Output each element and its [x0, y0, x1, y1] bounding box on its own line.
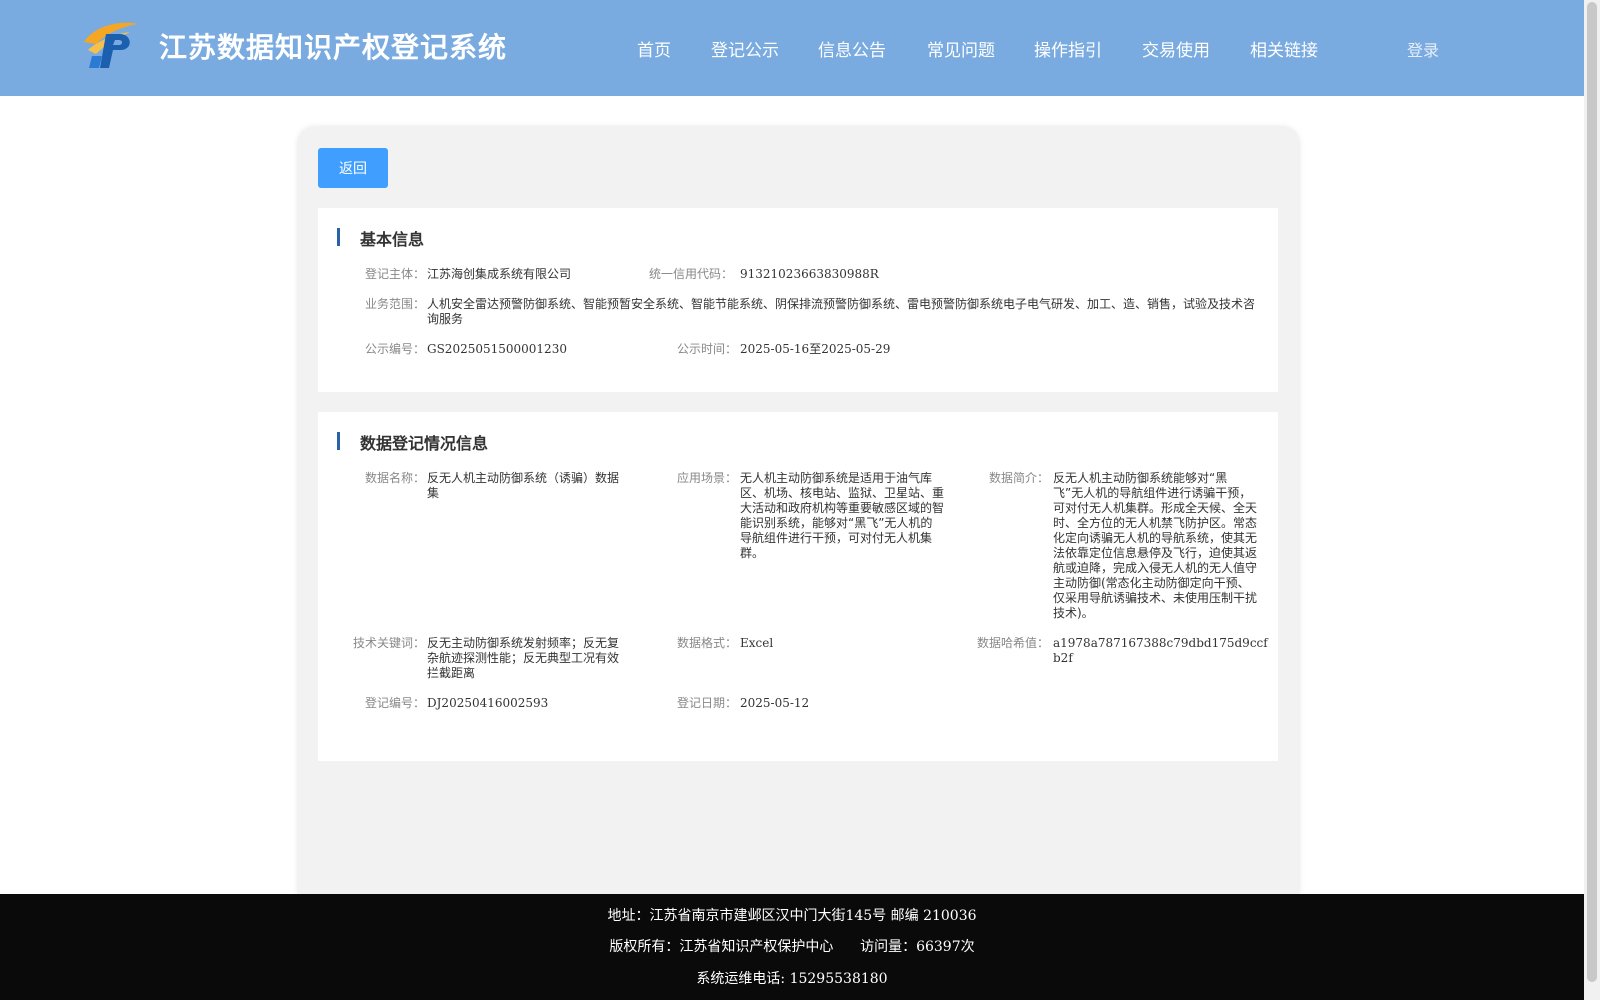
notice-time-label: 公示时间： [676, 342, 737, 356]
main-nav: 首页 登记公示 信息公告 常见问题 操作指引 交易使用 相关链接 [0, 36, 1584, 61]
credit-code-value: 91321023663830988R [740, 267, 879, 281]
footer-visits: 访问量：66397次 [860, 939, 975, 955]
scope-label: 业务范围： [364, 297, 425, 311]
notice-time-value: 2025-05-16至2025-05-29 [740, 342, 891, 356]
format-label: 数据格式： [676, 636, 737, 650]
basic-info-panel: 基本信息 登记主体： 江苏海创集成系统有限公司 统一信用代码： 91321023… [318, 208, 1278, 392]
scene-value: 无人机主动防御系统是适用于油气库区、机场、核电站、监狱、卫星站、重大活动和政府机… [740, 471, 945, 560]
credit-code-label: 统一信用代码： [648, 267, 733, 281]
section-title-registration-info: 数据登记情况信息 [360, 434, 489, 453]
nav-item-announcements[interactable]: 信息公告 [818, 36, 886, 61]
section-marker [337, 432, 340, 450]
section-title-basic-info: 基本信息 [360, 230, 425, 249]
login-link[interactable]: 登录 [1407, 37, 1439, 61]
reg-no-value: DJ20250416002593 [427, 696, 549, 710]
registration-info-panel: 数据登记情况信息 数据名称： 反无人机主动防御系统（诱骗）数据集 应用场景： 无… [318, 412, 1278, 761]
reg-date-value: 2025-05-12 [740, 696, 810, 710]
nav-item-registration-notice[interactable]: 登记公示 [711, 36, 779, 61]
keywords-label: 技术关键词： [352, 636, 425, 650]
data-name-label: 数据名称： [364, 471, 425, 485]
footer-copyright-row: 版权所有：江苏省知识产权保护中心 访问量：66397次 [0, 936, 1584, 956]
footer-address: 地址：江苏省南京市建邺区汉中门大街145号 邮编 210036 [607, 908, 977, 924]
hash-value: a1978a787167388c79dbd175d9ccfb2f [1053, 636, 1268, 665]
page-scrollbar-thumb[interactable] [1587, 2, 1597, 982]
intro-label: 数据简介： [988, 471, 1049, 485]
notice-no-value: GS2025051500001230 [427, 342, 567, 356]
nav-item-related-links[interactable]: 相关链接 [1250, 36, 1318, 61]
keywords-value: 反无主动防御系统发射频率；反无复杂航迹探测性能；反无典型工况有效拦截距离 [427, 636, 620, 680]
nav-item-faq[interactable]: 常见问题 [927, 36, 995, 61]
nav-item-trade-usage[interactable]: 交易使用 [1142, 36, 1210, 61]
reg-no-label: 登记编号： [364, 696, 425, 710]
notice-no-label: 公示编号： [364, 342, 425, 356]
hash-label: 数据哈希值： [976, 636, 1049, 650]
scope-value: 人机安全雷达预警防御系统、智能预暂安全系统、智能节能系统、阴保排流预警防御系统、… [427, 297, 1256, 326]
nav-item-home[interactable]: 首页 [637, 36, 671, 61]
scene-label: 应用场景： [676, 471, 737, 485]
top-header: 江苏数据知识产权登记系统 首页 登记公示 信息公告 常见问题 操作指引 交易使用… [0, 0, 1584, 96]
entity-label: 登记主体： [364, 267, 425, 281]
intro-value: 反无人机主动防御系统能够对“黑飞”无人机的导航组件进行诱骗干预，可对付无人机集群… [1053, 471, 1258, 620]
page-footer: 地址：江苏省南京市建邺区汉中门大街145号 邮编 210036 版权所有：江苏省… [0, 894, 1584, 1000]
footer-phone: 系统运维电话: 15295538180 [696, 971, 888, 987]
footer-copyright: 版权所有：江苏省知识产权保护中心 [609, 939, 834, 955]
data-name-value: 反无人机主动防御系统（诱骗）数据集 [427, 471, 620, 500]
section-marker [337, 228, 340, 246]
back-button[interactable]: 返回 [318, 148, 388, 188]
nav-item-guide[interactable]: 操作指引 [1034, 36, 1102, 61]
entity-value: 江苏海创集成系统有限公司 [427, 267, 572, 281]
reg-date-label: 登记日期： [676, 696, 737, 710]
format-value: Excel [740, 636, 774, 650]
